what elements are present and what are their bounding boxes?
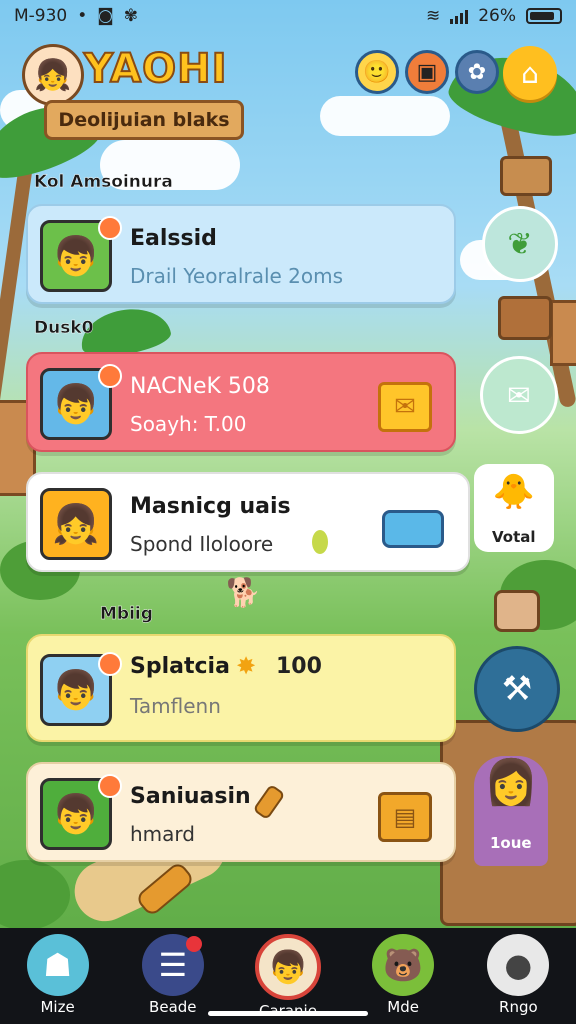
cloud (320, 96, 450, 136)
quest-card[interactable]: 👦 Saniuasin hmard ▤ (26, 762, 456, 862)
hut (550, 300, 576, 366)
nav-item-mde[interactable]: 🐻 Mde (353, 928, 453, 1016)
notification-badge (98, 364, 122, 388)
paw-icon: ✾ (123, 6, 139, 26)
card-title: Splatcia (130, 654, 230, 679)
nav-label: Mde (387, 998, 419, 1016)
card-title: Masnicg uais (130, 494, 291, 519)
section-label-top: Kol Amsoinura (34, 172, 173, 192)
dot-icon: • (77, 6, 88, 26)
player-avatar[interactable]: 👧 (22, 44, 84, 106)
quest-card[interactable]: 👦 Ealssid Drail Yeoralrale 2oms (26, 204, 456, 304)
character-thumb: 👧 (40, 488, 112, 560)
card-subtitle: Soayh: T.00 (130, 412, 247, 436)
npc-label: 1oue (490, 834, 532, 852)
sun-icon: ✸ (236, 652, 257, 680)
tools-icon[interactable]: ⚒ (474, 646, 560, 732)
bottom-nav: ☗ Mize ☰ Beade 👦 Caranie 🐻 Mde ● Rngo (0, 928, 576, 1024)
section-label-middle: Dusk0 (34, 318, 94, 338)
flower-icon[interactable]: ✿ (455, 50, 499, 94)
status-time: M-930 (14, 6, 68, 26)
camera-icon: ◙ (97, 6, 114, 26)
notification-badge (98, 216, 122, 240)
toy-car-icon[interactable] (382, 510, 444, 548)
chat-icon[interactable]: ✉ (480, 356, 558, 434)
card-title: Ealssid (130, 226, 217, 251)
nav-item-caranie[interactable]: 👦 Caranie (238, 928, 338, 1020)
bag-icon[interactable] (494, 590, 540, 632)
smiley-icon[interactable]: 🙂 (355, 50, 399, 94)
bear-icon: 🐻 (372, 934, 435, 996)
quest-card[interactable]: 👦 Splatcia ✸ 100 Tamflenn (26, 634, 456, 742)
nav-item-mize[interactable]: ☗ Mize (8, 928, 108, 1016)
log-icon (252, 783, 286, 821)
character-label: Votal (492, 528, 536, 546)
quest-card[interactable]: 👧 Masnicg uais Spond Iloloore (26, 472, 470, 572)
status-bar: M-930 • ◙ ✾ ≋ 26% (0, 0, 576, 32)
ghost-icon: ☗ (26, 934, 89, 996)
home-indicator[interactable] (208, 1011, 368, 1016)
gold-crate-icon[interactable]: ▤ (378, 792, 432, 842)
card-subtitle: Drail Yeoralrale 2oms (130, 264, 344, 288)
card-value: 100 (276, 654, 322, 679)
envelope-icon[interactable]: ✉ (378, 382, 432, 432)
nav-item-beade[interactable]: ☰ Beade (123, 928, 223, 1016)
battery-percent: 26% (478, 6, 516, 26)
section-label-lower: Mbiig (100, 604, 153, 624)
quest-card[interactable]: 👦 NACNeK 508 Soayh: T.00 ✉ (26, 352, 456, 452)
leaf-icon (312, 530, 328, 554)
nav-label: Mize (40, 998, 75, 1016)
character-icon: 👦 (254, 934, 321, 1000)
notification-badge (98, 652, 122, 676)
nav-label: Rngo (499, 998, 538, 1016)
game-logo: YAOHI (83, 45, 228, 93)
card-subtitle: Tamflenn (130, 694, 221, 718)
card-title: NACNeK 508 (130, 374, 270, 399)
card-subtitle: Spond Iloloore (130, 532, 274, 556)
notification-badge (98, 774, 122, 798)
battery-icon (526, 8, 562, 24)
card-subtitle: hmard (130, 822, 195, 846)
treasure-chest-icon[interactable] (498, 296, 552, 340)
suitcase-icon[interactable] (500, 156, 552, 196)
card-title: Saniuasin (130, 784, 251, 809)
notification-badge (185, 936, 202, 952)
map-icon[interactable]: ❦ (482, 206, 558, 282)
dog-icon: 🐕 (226, 576, 261, 609)
crate-icon[interactable]: ▣ (405, 50, 449, 94)
nav-item-rngo[interactable]: ● Rngo (468, 928, 568, 1016)
notes-icon: ☰ (141, 934, 204, 996)
bush (0, 860, 70, 930)
signal-icon (450, 8, 469, 24)
wifi-icon: ≋ (425, 6, 441, 26)
game-banner: Deolijuian blaks (44, 100, 244, 140)
profile-icon: ● (487, 934, 550, 996)
house-icon[interactable]: ⌂ (503, 46, 557, 100)
nav-label: Beade (149, 998, 197, 1016)
